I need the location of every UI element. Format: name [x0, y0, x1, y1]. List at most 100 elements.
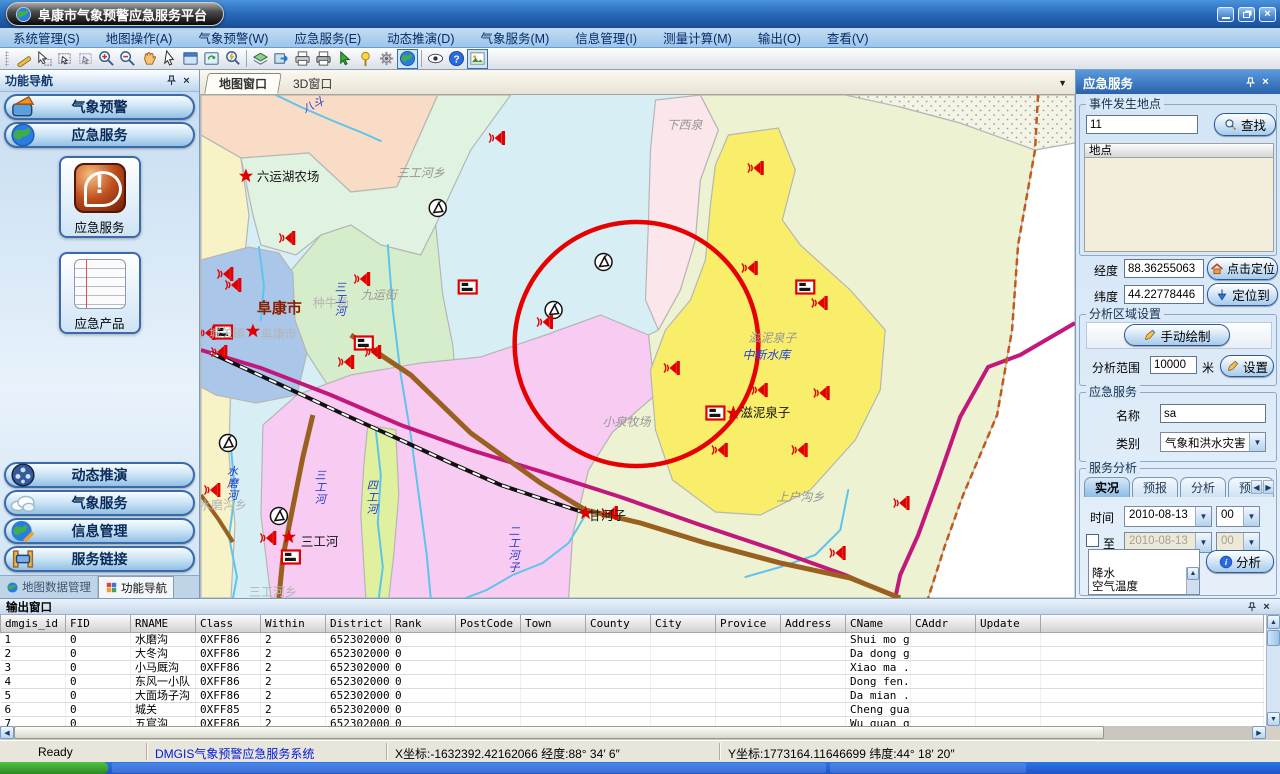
column-header[interactable]: Address	[781, 615, 846, 632]
column-header[interactable]: CName	[846, 615, 911, 632]
column-header[interactable]: Rank	[391, 615, 456, 632]
minimize-button[interactable]	[1217, 7, 1234, 22]
nav-button-weather[interactable]: 气象预警	[4, 94, 195, 120]
listbox-scrollbar[interactable]: ▲	[1186, 567, 1199, 594]
toolbar-zoom-out-button[interactable]	[117, 49, 138, 69]
service-type-select[interactable]: 气象和洪水灾害▼	[1160, 432, 1266, 452]
column-header[interactable]: Class	[196, 615, 261, 632]
column-header[interactable]: Provice	[716, 615, 781, 632]
left-tab-mapglobe[interactable]: 地图数据管理	[0, 576, 98, 598]
menu-item-8[interactable]: 输出(O)	[745, 28, 814, 47]
latitude-input[interactable]	[1124, 285, 1204, 304]
column-header[interactable]: County	[586, 615, 651, 632]
toolbar-select-button[interactable]	[33, 49, 54, 69]
toolbar-box-select-button[interactable]	[54, 49, 75, 69]
menu-item-0[interactable]: 系统管理(S)	[0, 28, 93, 47]
chevron-down-icon[interactable]: ▼	[1195, 507, 1211, 526]
column-header[interactable]: Within	[261, 615, 326, 632]
table-row[interactable]: 10水磨沟0XFF8626523020000Shui mo gou	[1, 632, 1264, 646]
toolbar-grip[interactable]	[5, 51, 9, 67]
scrollbar-thumb[interactable]	[14, 726, 1104, 739]
chevron-down-icon[interactable]: ▼	[1249, 433, 1265, 451]
hour-select[interactable]: 00▼	[1216, 506, 1260, 527]
nav-button-cloud[interactable]: 气象服务	[4, 490, 195, 516]
pin-icon[interactable]	[1244, 600, 1259, 614]
toolbar-layers-button[interactable]	[250, 49, 271, 69]
shortcut-product[interactable]: 应急产品	[59, 252, 141, 334]
toolbar-refresh-button[interactable]	[201, 49, 222, 69]
map-canvas[interactable]: 八斗六运湖农场三工河乡下西泉九运街阜康市城关镇阜康市种牛场滋泥泉子中新水库滋泥泉…	[200, 95, 1075, 598]
table-row[interactable]: 50大面场子沟0XFF8626523020000Da mian ...	[1, 688, 1264, 702]
toolbar-map-export-button[interactable]	[271, 49, 292, 69]
locate-to-button[interactable]: 定位到	[1207, 283, 1278, 306]
click-locate-button[interactable]: 点击定位	[1207, 257, 1278, 280]
scroll-left-icon[interactable]: ◀	[1251, 480, 1262, 494]
analysis-tab-0[interactable]: 实况	[1084, 477, 1130, 497]
analysis-tab-1[interactable]: 预报	[1132, 477, 1178, 497]
windows-taskbar[interactable]	[0, 762, 1280, 774]
toolbar-globe-button[interactable]	[397, 49, 418, 69]
toolbar-deselect-button[interactable]	[75, 49, 96, 69]
location-list[interactable]	[1084, 158, 1274, 252]
table-row[interactable]: 20大冬沟0XFF8626523020000Da dong gou	[1, 646, 1264, 660]
pin-icon[interactable]	[164, 74, 179, 88]
toolbar-zoom-in-button[interactable]	[96, 49, 117, 69]
close-icon[interactable]: ×	[1259, 600, 1274, 614]
scroll-right-icon[interactable]: ▶	[1263, 480, 1274, 494]
column-header[interactable]: District	[326, 615, 391, 632]
column-header[interactable]: City	[651, 615, 716, 632]
event-search-input[interactable]	[1086, 115, 1198, 134]
scroll-up-icon[interactable]: ▲	[1187, 567, 1199, 580]
pin-icon[interactable]	[1243, 75, 1258, 89]
scroll-down-icon[interactable]: ▼	[1267, 712, 1280, 726]
search-button[interactable]: 查找	[1214, 113, 1276, 136]
element-listbox[interactable]: 降水空气温度 ▲	[1088, 549, 1200, 595]
toolbar-settings-button[interactable]	[376, 49, 397, 69]
nav-button-infoglobe[interactable]: 信息管理	[4, 518, 195, 544]
table-row[interactable]: 30小马厩沟0XFF8626523020000Xiao ma ...	[1, 660, 1264, 674]
column-header[interactable]: RNAME	[131, 615, 196, 632]
toolbar-eye-button[interactable]	[425, 49, 446, 69]
toolbar-locate-button[interactable]	[355, 49, 376, 69]
toolbar-full-extent-button[interactable]	[180, 49, 201, 69]
toolbar-identify-button[interactable]	[222, 49, 243, 69]
close-icon[interactable]: ×	[179, 74, 194, 88]
service-name-input[interactable]	[1160, 404, 1266, 423]
chevron-down-icon[interactable]: ▼	[1058, 78, 1067, 88]
toolbar-pan-button[interactable]	[138, 49, 159, 69]
column-header[interactable]: Town	[521, 615, 586, 632]
manual-draw-button[interactable]: 手动绘制	[1124, 324, 1230, 346]
longitude-input[interactable]	[1124, 259, 1204, 278]
toolbar-print-button[interactable]	[292, 49, 313, 69]
scroll-right-icon[interactable]: ▶	[1252, 726, 1266, 739]
horizontal-scrollbar[interactable]: ◀ ▶	[0, 726, 1266, 740]
vertical-scrollbar[interactable]: ▲ ▼	[1266, 615, 1280, 726]
menu-item-7[interactable]: 测量计算(M)	[650, 28, 745, 47]
title-bar[interactable]: 阜康市气象预警应急服务平台 ×	[0, 0, 1280, 28]
nav-button-globe[interactable]: 应急服务	[4, 122, 195, 148]
toolbar-help-button[interactable]: ?	[446, 49, 467, 69]
menu-item-5[interactable]: 气象服务(M)	[468, 28, 563, 47]
map-tab-1[interactable]: 3D窗口	[278, 73, 347, 94]
menu-item-4[interactable]: 动态推演(D)	[374, 28, 467, 47]
menu-item-1[interactable]: 地图操作(A)	[93, 28, 186, 47]
table-row[interactable]: 70五官沟0XFF8626523020000Wu guan gou	[1, 716, 1264, 726]
left-tab-squares[interactable]: 功能导航	[98, 576, 174, 598]
restore-button[interactable]	[1238, 7, 1255, 22]
range-input[interactable]	[1150, 356, 1197, 374]
column-header[interactable]: Update	[976, 615, 1041, 632]
toolbar-export-image-button[interactable]	[467, 49, 488, 69]
toolbar-pointer-button[interactable]	[159, 49, 180, 69]
table-row[interactable]: 60城关0XFF8526523020000Cheng guan	[1, 702, 1264, 716]
nav-button-link[interactable]: 服务链接	[4, 546, 195, 572]
date-select[interactable]: 2010-08-13▼	[1124, 506, 1212, 527]
to-checkbox[interactable]	[1086, 534, 1099, 547]
close-button[interactable]: ×	[1259, 7, 1276, 22]
column-header[interactable]: FID	[66, 615, 131, 632]
toolbar-measure-button[interactable]	[12, 49, 33, 69]
toolbar-select-arrow-button[interactable]	[334, 49, 355, 69]
analysis-tab-2[interactable]: 分析	[1180, 477, 1226, 497]
analyze-button[interactable]: i 分析	[1206, 550, 1274, 573]
scrollbar-thumb[interactable]	[1267, 630, 1280, 646]
taskbar-button[interactable]	[112, 763, 826, 773]
